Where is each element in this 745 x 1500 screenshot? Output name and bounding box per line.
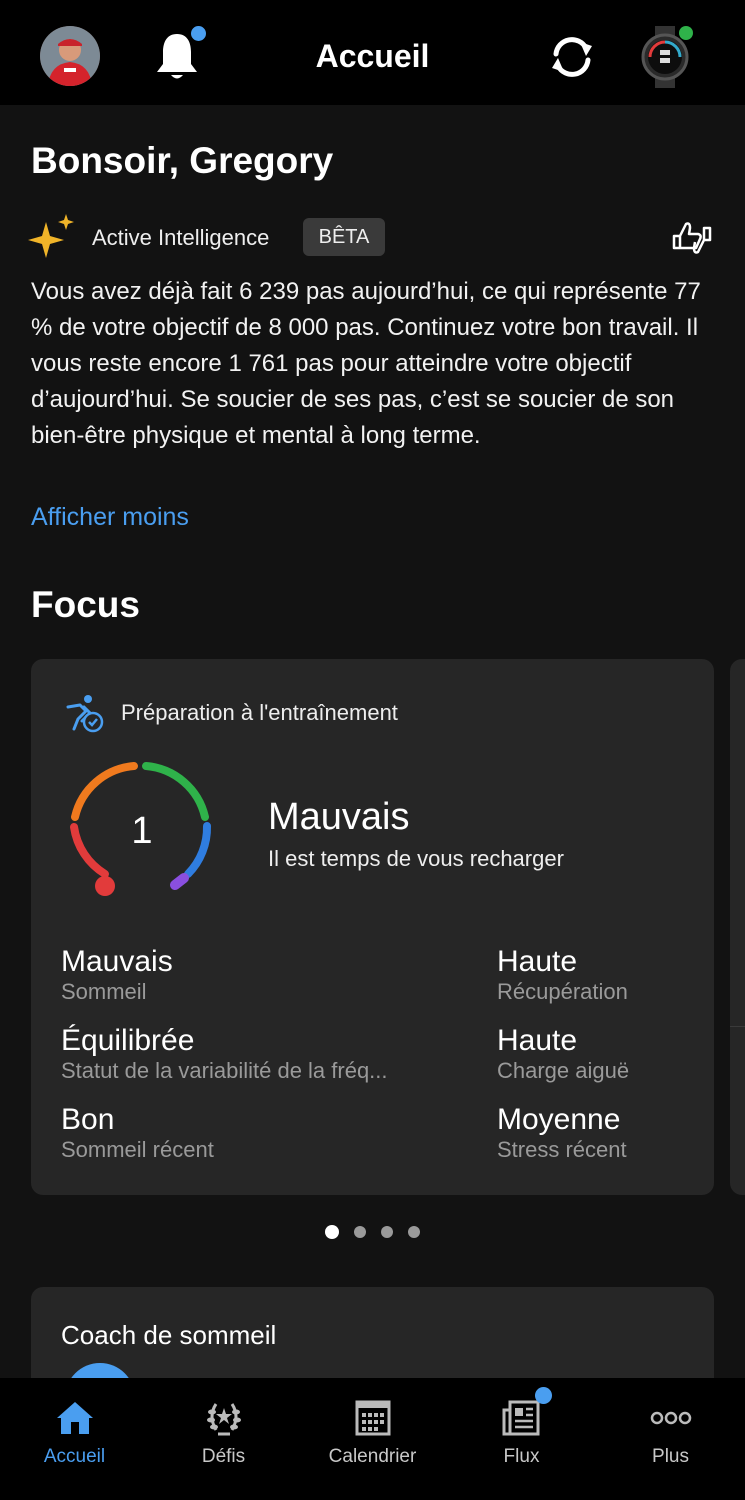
feed-notification-dot	[535, 1387, 552, 1404]
more-icon	[650, 1411, 691, 1425]
metric-value: Équilibrée	[61, 1024, 195, 1057]
metric-value: Moyenne	[497, 1103, 621, 1136]
carousel-dot[interactable]	[381, 1226, 393, 1238]
nav-more[interactable]: Plus	[596, 1378, 745, 1500]
nav-label: Accueil	[43, 1446, 106, 1467]
card-title: Préparation à l'entraînement	[121, 700, 398, 725]
metric-recent-stress: Moyenne Stress récent	[497, 1103, 627, 1163]
focus-heading: Focus	[31, 584, 140, 625]
nav-label: Calendrier	[328, 1446, 417, 1467]
nav-feed[interactable]: Flux	[447, 1378, 596, 1500]
metric-label: Charge aiguë	[497, 1058, 630, 1083]
gauge-indicator	[95, 876, 115, 896]
nav-challenges[interactable]: Défis	[149, 1378, 298, 1500]
metric-label: Sommeil	[61, 979, 147, 1004]
nav-home[interactable]: Accueil	[0, 1378, 149, 1500]
active-intelligence-label: Active Intelligence	[92, 225, 270, 250]
metric-recovery: Haute Récupération	[497, 945, 628, 1005]
home-icon	[56, 1402, 93, 1434]
metric-label: Récupération	[497, 979, 628, 1004]
metric-recent-sleep: Bon Sommeil récent	[61, 1103, 214, 1163]
carousel-dot[interactable]	[325, 1225, 339, 1239]
metric-label: Sommeil récent	[61, 1137, 214, 1162]
ai-summary-text: Vous avez déjà fait 6 239 pas aujourd’hu…	[31, 278, 701, 449]
metric-sleep: Mauvais Sommeil	[61, 945, 173, 1005]
greeting-heading: Bonsoir, Gregory	[31, 140, 334, 181]
metric-acute-load: Haute Charge aiguë	[497, 1024, 629, 1084]
nav-label: Flux	[503, 1446, 540, 1467]
nav-label: Défis	[201, 1446, 246, 1467]
nav-calendar[interactable]: Calendrier	[298, 1378, 447, 1500]
sync-icon[interactable]	[546, 32, 598, 82]
device-connected-dot	[679, 26, 693, 40]
nav-label: Plus	[652, 1446, 689, 1467]
metric-label: Statut de la variabilité de la fréq...	[61, 1058, 388, 1083]
sparkle-icon	[28, 214, 74, 258]
metric-hrv-status: Équilibrée Statut de la variabilité de l…	[61, 1024, 388, 1084]
readiness-status: Mauvais	[268, 796, 410, 838]
show-less-link[interactable]: Afficher moins	[31, 503, 189, 532]
carousel-pagination[interactable]	[0, 1225, 745, 1239]
metric-value: Haute	[497, 1024, 578, 1057]
metric-label: Stress récent	[497, 1137, 627, 1162]
sleep-coach-title: Coach de sommeil	[61, 1320, 277, 1350]
readiness-score: 1	[131, 810, 153, 852]
metric-value: Bon	[61, 1103, 115, 1136]
metric-value: Mauvais	[61, 945, 173, 978]
page-title: Accueil	[315, 38, 430, 74]
readiness-status-sub: Il est temps de vous recharger	[268, 846, 564, 871]
next-card-peek[interactable]	[730, 659, 745, 1195]
training-readiness-icon	[66, 695, 104, 733]
laurel-icon	[206, 1403, 241, 1436]
metric-value: Haute	[497, 945, 578, 978]
feedback-thumbs-icon[interactable]	[670, 218, 714, 258]
calendar-icon	[355, 1400, 390, 1436]
newsfeed-icon	[502, 1400, 539, 1436]
next-card-divider	[730, 1026, 745, 1027]
carousel-dot[interactable]	[354, 1226, 366, 1238]
beta-badge: BÊTA	[303, 218, 385, 256]
carousel-dot[interactable]	[408, 1226, 420, 1238]
